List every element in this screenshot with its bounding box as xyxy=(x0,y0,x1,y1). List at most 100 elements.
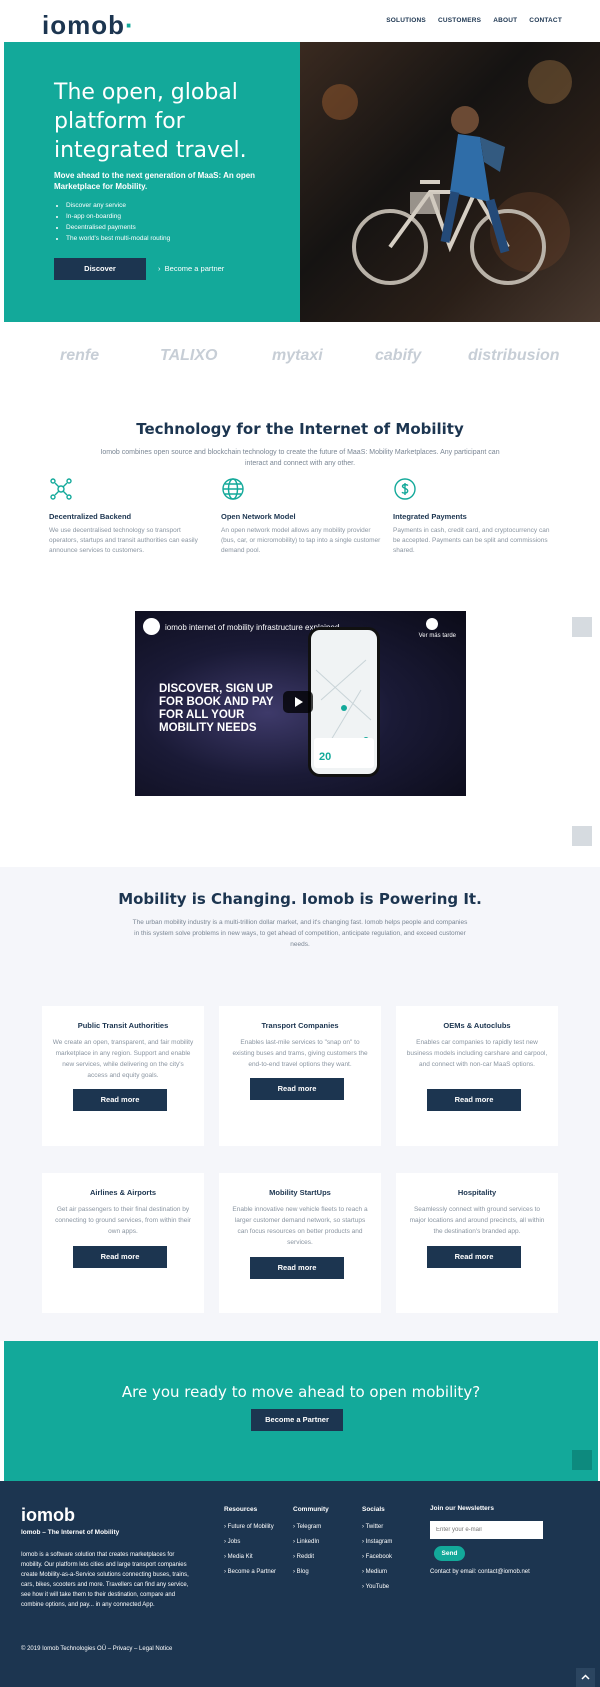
feature-decentralized-backend: Decentralized Backend We use decentralis… xyxy=(49,477,209,556)
footer-link[interactable]: › Jobs xyxy=(224,1537,284,1547)
cta-section: Are you ready to move ahead to open mobi… xyxy=(4,1341,598,1481)
hero-section: The open, global platform for integrated… xyxy=(4,42,600,322)
video-headline: DISCOVER, SIGN UP FOR BOOK AND PAY FOR A… xyxy=(159,683,274,734)
feature-text: An open network model allows any mobilit… xyxy=(221,527,381,554)
card-title: OEMs & Autoclubs xyxy=(443,1021,511,1030)
hero-title: The open, global platform for integrated… xyxy=(54,80,247,163)
dollar-icon xyxy=(394,478,416,500)
hero-bullet: The world's best multi-modal routing xyxy=(66,233,170,244)
nav-customers[interactable]: CUSTOMERS xyxy=(438,17,481,24)
footer-link[interactable]: › Reddit xyxy=(293,1552,353,1562)
discover-button[interactable]: Discover xyxy=(54,258,146,280)
footer-col-title: Resources xyxy=(224,1506,258,1513)
scroll-top-button[interactable] xyxy=(572,826,592,846)
card-title: Airlines & Airports xyxy=(90,1188,156,1197)
scroll-top-button[interactable] xyxy=(572,617,592,637)
feature-integrated-payments: Integrated Payments Payments in cash, cr… xyxy=(393,477,553,556)
card-text: Enables car companies to rapidly test ne… xyxy=(406,1039,548,1068)
card-title: Public Transit Authorities xyxy=(77,1021,169,1030)
svg-text:20: 20 xyxy=(319,751,331,763)
copyright[interactable]: © 2019 Iomob Technologies OÜ – Privacy –… xyxy=(21,1646,172,1652)
footer-tagline: Iomob – The Internet of Mobility xyxy=(21,1529,120,1536)
main-nav: SOLUTIONS CUSTOMERS ABOUT CONTACT xyxy=(386,17,562,24)
iomob-logo[interactable]: iomob· xyxy=(42,10,135,41)
youtube-video-player[interactable]: iomob internet of mobility infrastructur… xyxy=(135,611,466,796)
hero-bullet-list: Discover any service In-app on-boarding … xyxy=(60,200,170,244)
scroll-top-button[interactable] xyxy=(572,1450,592,1470)
become-partner-label: Become a partner xyxy=(164,264,225,273)
hero-bullet: Decentralised payments xyxy=(66,222,170,233)
cta-title: Are you ready to move ahead to open mobi… xyxy=(121,1383,481,1401)
chevron-up-icon xyxy=(581,1674,590,1680)
footer-link[interactable]: › Twitter xyxy=(362,1522,422,1532)
play-button[interactable] xyxy=(283,691,313,713)
card-title: Hospitality xyxy=(457,1188,497,1197)
channel-avatar[interactable] xyxy=(143,618,160,635)
hero-bullet: Discover any service xyxy=(66,200,170,211)
contact-email[interactable]: Contact by email: contact@iomob.net xyxy=(430,1569,530,1575)
footer-link[interactable]: › Medium xyxy=(362,1567,422,1577)
card-airlines-airports: Airlines & Airports Get air passengers t… xyxy=(42,1173,204,1313)
card-text: Enable innovative new vehicle fleets to … xyxy=(232,1206,368,1246)
footer-col-title: Community xyxy=(293,1506,329,1513)
footer-link[interactable]: › Become a Partner xyxy=(224,1567,284,1577)
card-mobility-startups: Mobility StartUps Enable innovative new … xyxy=(219,1173,381,1313)
feature-title: Integrated Payments xyxy=(393,512,467,521)
tech-subtitle: Iomob combines open source and blockchai… xyxy=(100,449,500,467)
card-oems-autoclubs: OEMs & Autoclubs Enables car companies t… xyxy=(396,1006,558,1146)
footer-link[interactable]: › Facebook xyxy=(362,1552,422,1562)
watch-later-label[interactable]: Ver más tarde xyxy=(419,633,456,639)
tech-title: Technology for the Internet of Mobility xyxy=(136,420,464,438)
footer-col-title: Socials xyxy=(362,1506,385,1513)
feature-title: Open Network Model xyxy=(221,512,296,521)
newsletter-email-input[interactable] xyxy=(430,1521,543,1539)
become-partner-link[interactable]: › Become a partner xyxy=(158,264,224,273)
footer-col-socials: Socials › Twitter › Instagram › Facebook… xyxy=(362,1506,422,1597)
footer-link[interactable]: › LinkedIn xyxy=(293,1537,353,1547)
newsletter-send-button[interactable]: Send xyxy=(434,1546,465,1561)
footer-link[interactable]: › Telegram xyxy=(293,1522,353,1532)
read-more-button[interactable]: Read more xyxy=(427,1246,521,1268)
read-more-button[interactable]: Read more xyxy=(427,1089,521,1111)
site-footer: iomob Iomob – The Internet of Mobility I… xyxy=(0,1481,600,1687)
hero-bullet: In-app on-boarding xyxy=(66,211,170,222)
hero-subtitle: Move ahead to the next generation of Maa… xyxy=(54,171,256,191)
feature-text: Payments in cash, credit card, and crypt… xyxy=(393,527,550,554)
nav-solutions[interactable]: SOLUTIONS xyxy=(386,17,426,24)
read-more-button[interactable]: Read more xyxy=(250,1257,344,1279)
card-text: Enables last-mile services to "snap on" … xyxy=(232,1039,368,1068)
read-more-button[interactable]: Read more xyxy=(73,1089,167,1111)
become-partner-button[interactable]: Become a Partner xyxy=(251,1409,343,1431)
clock-icon[interactable] xyxy=(426,618,438,630)
card-text: We create an open, transparent, and fair… xyxy=(52,1039,194,1079)
nav-about[interactable]: ABOUT xyxy=(493,17,517,24)
footer-link[interactable]: › Instagram xyxy=(362,1537,422,1547)
newsletter-title: Join our Newsletters xyxy=(430,1505,494,1512)
card-transport-companies: Transport Companies Enables last-mile se… xyxy=(219,1006,381,1146)
footer-description: Iomob is a software solution that create… xyxy=(21,1552,189,1608)
mytaxi-logo: mytaxi xyxy=(272,347,323,364)
footer-col-resources: Resources › Future of Mobility › Jobs › … xyxy=(224,1506,284,1582)
read-more-button[interactable]: Read more xyxy=(250,1078,344,1100)
map-screen: 20 xyxy=(314,659,374,768)
footer-logo[interactable]: iomob xyxy=(21,1505,75,1526)
card-text: Seamlessly connect with ground services … xyxy=(409,1206,545,1235)
play-icon xyxy=(295,697,303,707)
footer-link[interactable]: › Media Kit xyxy=(224,1552,284,1562)
chevron-right-icon: › xyxy=(158,264,165,273)
site-header: iomob· SOLUTIONS CUSTOMERS ABOUT CONTACT xyxy=(0,0,600,42)
mobility-title: Mobility is Changing. Iomob is Powering … xyxy=(118,890,482,908)
back-to-top-button[interactable] xyxy=(576,1668,595,1687)
feature-text: We use decentralised technology so trans… xyxy=(49,527,198,554)
card-hospitality: Hospitality Seamlessly connect with grou… xyxy=(396,1173,558,1313)
footer-link[interactable]: › Blog xyxy=(293,1567,353,1577)
hero-cyclist-image xyxy=(300,42,600,322)
talixo-logo: TALIXO xyxy=(160,347,218,364)
feature-open-network-model: Open Network Model An open network model… xyxy=(221,477,381,556)
card-title: Mobility StartUps xyxy=(269,1188,331,1197)
footer-link[interactable]: › Future of Mobility xyxy=(224,1522,284,1532)
footer-link[interactable]: › YouTube xyxy=(362,1582,422,1592)
read-more-button[interactable]: Read more xyxy=(73,1246,167,1268)
nav-contact[interactable]: CONTACT xyxy=(529,17,562,24)
feature-title: Decentralized Backend xyxy=(49,512,132,521)
